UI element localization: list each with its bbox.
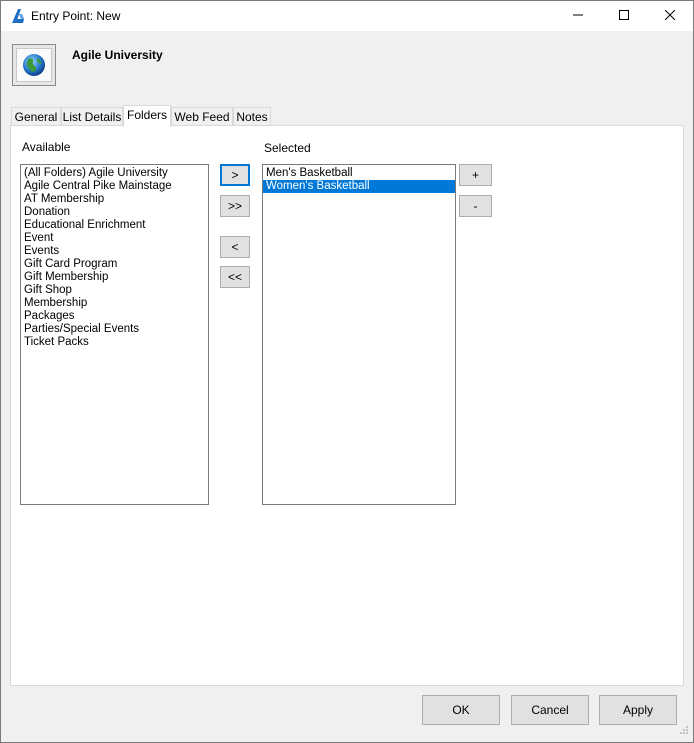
tab-list-details[interactable]: List Details [61,107,123,126]
close-icon [664,9,676,23]
list-item[interactable]: Parties/Special Events [21,323,208,336]
title-bar[interactable]: Entry Point: New [1,1,693,31]
minimize-icon [573,9,583,23]
selected-list[interactable]: Men's Basketball Women's Basketball [262,164,456,505]
minimize-button[interactable] [555,1,601,31]
list-item[interactable]: Gift Membership [21,271,208,284]
window-title: Entry Point: New [31,9,121,23]
list-item[interactable]: Gift Card Program [21,258,208,271]
list-item[interactable]: Men's Basketball [263,167,455,180]
list-item[interactable]: Ticket Packs [21,336,208,349]
move-up-button[interactable]: + [459,164,492,186]
ok-button[interactable]: OK [422,695,500,725]
tab-notes[interactable]: Notes [233,107,271,126]
header-title: Agile University [72,48,163,62]
move-down-button[interactable]: - [459,195,492,217]
list-item[interactable]: Educational Enrichment [21,219,208,232]
entry-point-dialog: Entry Point: New Agile University Genera… [0,0,694,743]
remove-folder-button[interactable]: < [220,236,250,258]
available-label: Available [22,140,71,154]
tab-web-feed[interactable]: Web Feed [171,107,233,126]
list-item[interactable]: (All Folders) Agile University [21,167,208,180]
list-item[interactable]: Donation [21,206,208,219]
cancel-button[interactable]: Cancel [511,695,589,725]
tab-general[interactable]: General [11,107,61,126]
add-all-folders-button[interactable]: >> [220,195,250,217]
maximize-icon [619,9,629,23]
agile-logo-icon [10,8,26,24]
selected-label: Selected [264,141,311,155]
globe-icon [22,53,46,80]
list-item[interactable]: Packages [21,310,208,323]
resize-grip-icon[interactable] [679,724,689,738]
list-item[interactable]: Gift Shop [21,284,208,297]
tab-folders[interactable]: Folders [123,105,171,127]
list-item[interactable]: Membership [21,297,208,310]
remove-all-folders-button[interactable]: << [220,266,250,288]
list-item[interactable]: Event [21,232,208,245]
list-item[interactable]: AT Membership [21,193,208,206]
add-folder-button[interactable]: > [220,164,250,186]
close-button[interactable] [647,1,693,31]
available-list[interactable]: (All Folders) Agile University Agile Cen… [20,164,209,505]
list-item[interactable]: Events [21,245,208,258]
maximize-button[interactable] [601,1,647,31]
apply-button[interactable]: Apply [599,695,677,725]
list-item[interactable]: Agile Central Pike Mainstage [21,180,208,193]
list-item-selected[interactable]: Women's Basketball [263,180,455,193]
folders-panel: Available Selected (All Folders) Agile U… [10,125,684,686]
entry-point-image [12,44,56,86]
